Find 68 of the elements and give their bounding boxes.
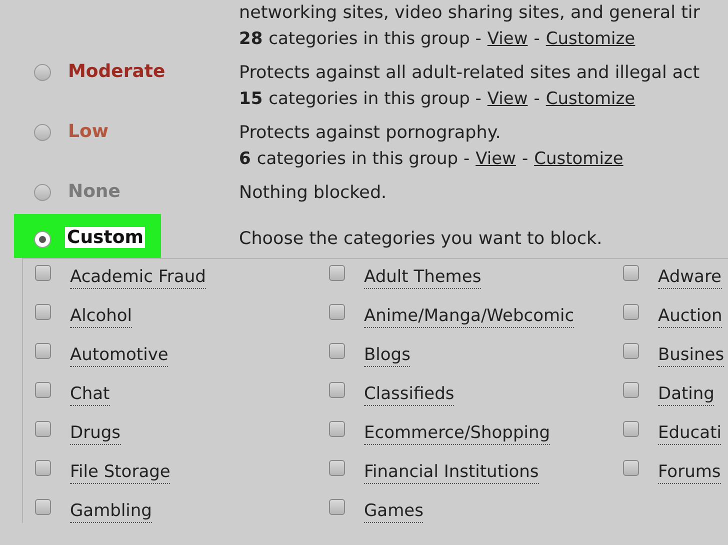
checkbox[interactable]	[623, 460, 639, 476]
category-label[interactable]: Games	[364, 500, 424, 523]
customize-link[interactable]: Customize	[534, 146, 624, 172]
checkbox[interactable]	[35, 421, 51, 437]
checkbox[interactable]	[35, 304, 51, 320]
checkbox[interactable]	[35, 343, 51, 359]
category-label[interactable]: Forums	[658, 461, 721, 484]
count-text: categories in this group -	[256, 148, 470, 171]
level-description: Protects against all adult-related sites and illegal act	[239, 62, 701, 85]
radio-button[interactable]	[34, 64, 51, 81]
separator-text: -	[534, 88, 540, 111]
count-text: categories in this group -	[268, 28, 482, 51]
category-label[interactable]: Auction	[658, 305, 722, 328]
checkbox[interactable]	[329, 304, 345, 320]
category-label[interactable]: Blogs	[364, 344, 410, 367]
view-link[interactable]: View	[487, 86, 528, 112]
category-count: 28	[239, 28, 263, 51]
checkbox[interactable]	[623, 382, 639, 398]
category-label[interactable]: File Storage	[70, 461, 170, 484]
view-link[interactable]: View	[476, 146, 516, 172]
checkbox[interactable]	[329, 499, 345, 515]
checkbox[interactable]	[623, 304, 639, 320]
level-label: Low	[68, 121, 108, 142]
separator-text: -	[534, 28, 540, 51]
checkbox[interactable]	[623, 343, 639, 359]
radio-button[interactable]	[34, 230, 51, 248]
view-link[interactable]: View	[487, 26, 528, 52]
separator-text: -	[522, 148, 528, 171]
checkbox[interactable]	[329, 460, 345, 476]
checkbox[interactable]	[329, 382, 345, 398]
level-description: Protects against pornography.	[239, 122, 502, 145]
checkbox[interactable]	[623, 265, 639, 281]
count-text: categories in this group -	[268, 88, 482, 111]
checkbox[interactable]	[35, 265, 51, 281]
category-label[interactable]: Anime/Manga/Webcomic	[364, 305, 574, 328]
category-label[interactable]: Drugs	[70, 422, 121, 445]
category-label[interactable]: Ecommerce/Shopping	[364, 422, 550, 445]
category-label[interactable]: Academic Fraud	[70, 266, 206, 289]
radio-button[interactable]	[34, 124, 51, 141]
category-label[interactable]: Dating	[658, 383, 714, 406]
category-label[interactable]: Adult Themes	[364, 266, 482, 289]
checkbox[interactable]	[329, 421, 345, 437]
checkbox[interactable]	[35, 499, 51, 515]
category-count: 6	[239, 148, 251, 171]
customize-link[interactable]: Customize	[546, 86, 636, 112]
level-description: networking sites, video sharing sites, and general tir	[239, 2, 701, 25]
category-label[interactable]: Busines	[658, 344, 724, 367]
category-label[interactable]: Classifieds	[364, 383, 454, 406]
category-label[interactable]: Chat	[70, 383, 110, 406]
level-label: Custom	[65, 227, 146, 248]
category-label[interactable]: Adware	[658, 266, 722, 289]
category-label[interactable]: Alcohol	[70, 305, 132, 328]
checkbox[interactable]	[329, 343, 345, 359]
checkbox[interactable]	[35, 382, 51, 398]
category-label[interactable]: Financial Institutions	[364, 461, 539, 484]
level-description: Nothing blocked.	[239, 182, 388, 205]
level-description: Choose the categories you want to block.	[239, 228, 604, 251]
category-count: 15	[239, 88, 263, 111]
checkbox[interactable]	[329, 265, 345, 281]
level-label: None	[68, 181, 120, 202]
checkbox[interactable]	[623, 421, 639, 437]
category-label[interactable]: Automotive	[70, 344, 168, 367]
level-label: Moderate	[68, 61, 166, 82]
customize-link[interactable]: Customize	[546, 26, 636, 52]
checkbox[interactable]	[35, 460, 51, 476]
category-label[interactable]: Educati	[658, 422, 722, 445]
category-label[interactable]: Gambling	[70, 500, 152, 523]
radio-button[interactable]	[34, 184, 51, 201]
